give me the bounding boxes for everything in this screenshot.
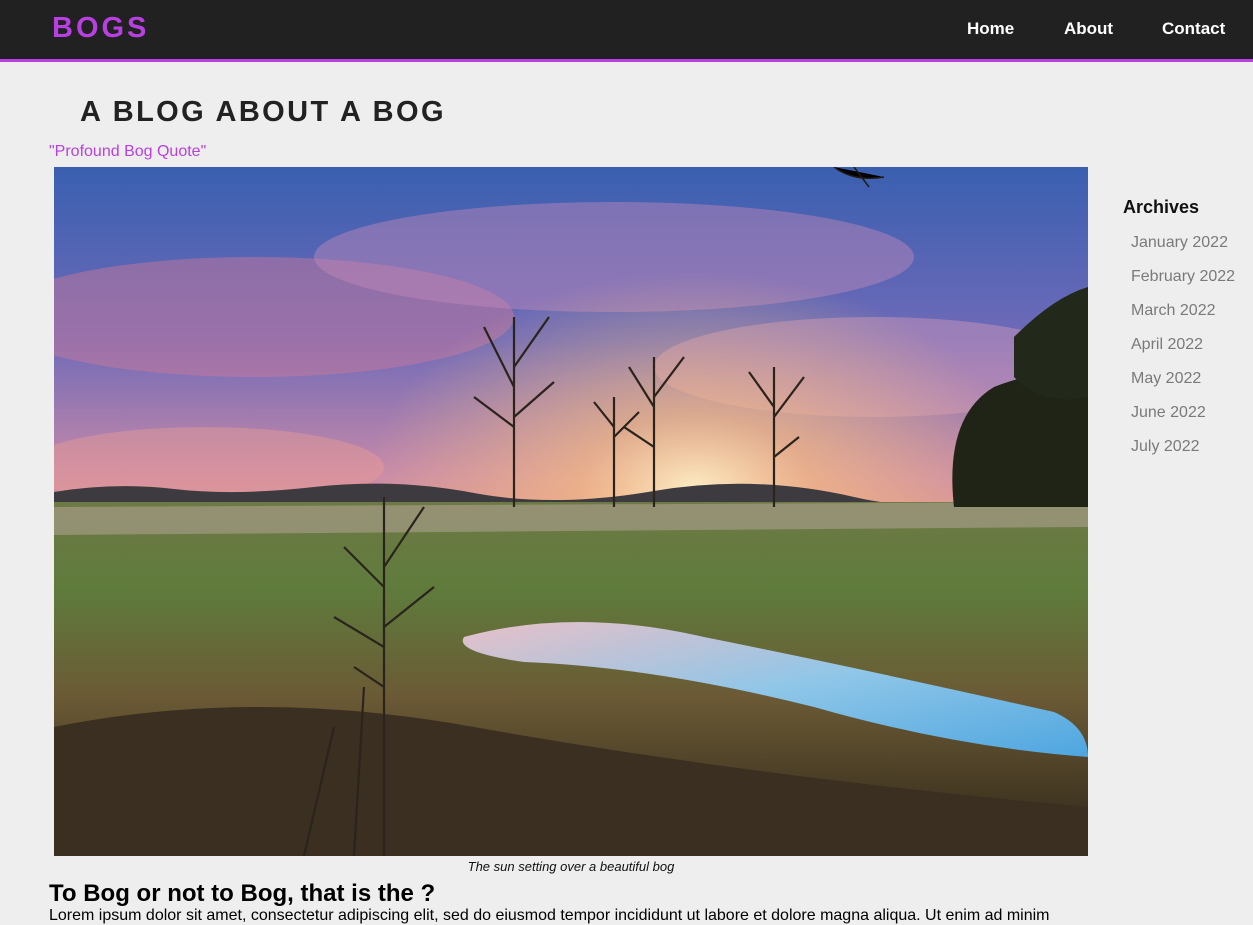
brand-logo-link[interactable]: BOGS [52, 12, 149, 45]
archive-link-june-2022[interactable]: June 2022 [1131, 404, 1235, 438]
profound-quote: "Profound Bog Quote" [49, 143, 207, 160]
bog-sunset-illustration [54, 167, 1088, 856]
archive-link-march-2022[interactable]: March 2022 [1131, 302, 1235, 336]
nav-link-home[interactable]: Home [967, 19, 1014, 39]
hero-image-caption: The sun setting over a beautiful bog [467, 859, 675, 874]
archive-link-january-2022[interactable]: January 2022 [1131, 234, 1235, 268]
page-title: A BLOG ABOUT A BOG [80, 96, 446, 128]
post-body-text: Lorem ipsum dolor sit amet, consectetur … [49, 907, 1050, 924]
archive-link-february-2022[interactable]: February 2022 [1131, 268, 1235, 302]
nav-link-contact[interactable]: Contact [1162, 19, 1225, 39]
archive-link-july-2022[interactable]: July 2022 [1131, 438, 1235, 472]
archive-link-may-2022[interactable]: May 2022 [1131, 370, 1235, 404]
archives-heading: Archives [1123, 197, 1200, 217]
top-navbar: BOGS Home About Contact [0, 0, 1253, 62]
hero-bog-sunset-image [54, 167, 1088, 856]
nav-link-about[interactable]: About [1064, 19, 1113, 39]
archives-list: January 2022 February 2022 March 2022 Ap… [1131, 234, 1235, 472]
post-heading: To Bog or not to Bog, that is the ? [49, 880, 436, 907]
archive-link-april-2022[interactable]: April 2022 [1131, 336, 1235, 370]
